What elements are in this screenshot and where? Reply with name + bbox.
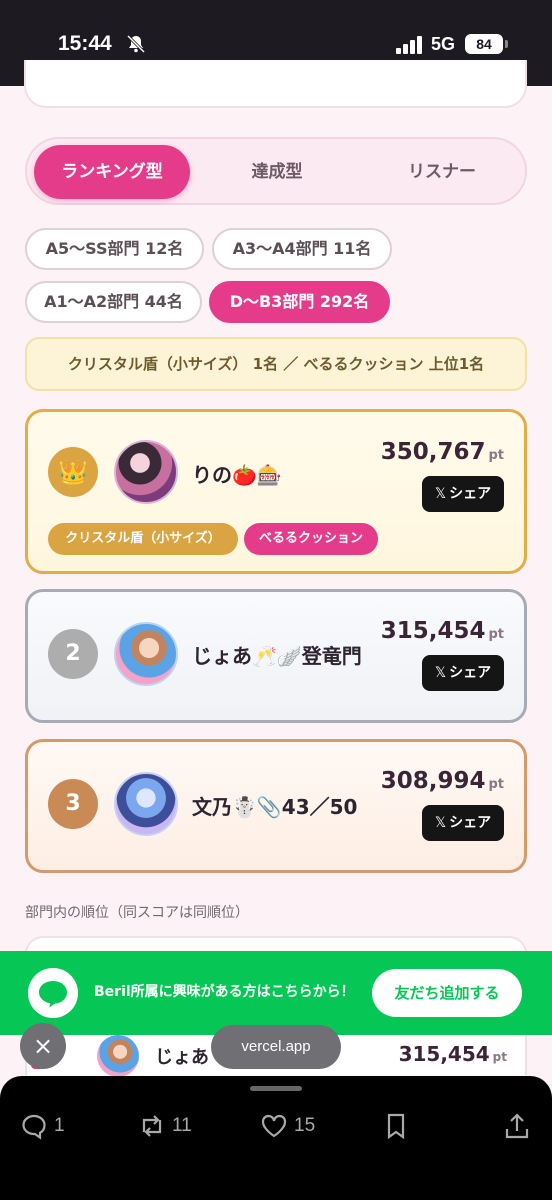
rank-badge: 3	[48, 779, 98, 829]
division-chip-a5-ss[interactable]: A5〜SS部門 12名	[25, 228, 204, 270]
tab-achievement[interactable]: 達成型	[197, 145, 357, 199]
url-pill[interactable]: vercel.app	[211, 1025, 341, 1069]
share-button[interactable]: 𝕏 シェア	[422, 655, 504, 691]
division-chip-d-b3[interactable]: D〜B3部門 292名	[209, 281, 390, 323]
tab-ranking[interactable]: ランキング型	[34, 145, 190, 199]
user-name[interactable]: りの🍅🎰	[192, 459, 282, 488]
bell-muted-icon	[126, 34, 146, 54]
crown-icon: 👑	[48, 447, 98, 497]
repost-icon	[142, 1115, 162, 1137]
avatar[interactable]	[114, 622, 178, 686]
like-button[interactable]: 15	[260, 1112, 315, 1142]
user-name[interactable]: じょあ🥂🪽登竜門	[192, 640, 362, 669]
drag-handle[interactable]	[250, 1086, 302, 1091]
network-label: 5G	[431, 34, 456, 54]
user-name: じょあ	[155, 1047, 209, 1068]
prize-badge-crystal-shield: クリスタル盾（小サイズ）	[48, 523, 238, 555]
signal-icon	[396, 36, 422, 54]
share-button[interactable]: 𝕏 シェア	[422, 805, 504, 841]
prize-banner: クリスタル盾（小サイズ） 1名 ／ べるるクッション 上位1名	[25, 337, 527, 391]
line-icon	[28, 968, 78, 1018]
x-logo-icon: 𝕏	[434, 815, 447, 831]
score: 350,767 pt	[380, 439, 504, 465]
score: 315,454 pt	[398, 1042, 507, 1066]
heart-icon	[261, 1114, 287, 1138]
share-button[interactable]: 𝕏 シェア	[422, 476, 504, 512]
close-button[interactable]: ×	[20, 1023, 66, 1069]
bookmark-button[interactable]	[382, 1112, 410, 1142]
ranking-type-tabs: ランキング型 達成型 リスナー	[25, 137, 527, 205]
ranking-card-1: 👑 りの🍅🎰 350,767 pt 𝕏 シェア クリスタル盾（小サイズ） べるるクッ…	[25, 409, 527, 574]
avatar	[97, 1035, 139, 1077]
reply-button[interactable]: 1	[20, 1112, 65, 1142]
rank-badge: 2	[48, 629, 98, 679]
avatar[interactable]	[114, 440, 178, 504]
prize-badge-cushion: べるるクッション	[244, 523, 378, 555]
repost-button[interactable]: 11	[138, 1112, 192, 1142]
share-icon	[505, 1113, 529, 1139]
share-sheet-button[interactable]	[503, 1112, 531, 1142]
score: 308,994 pt	[380, 768, 504, 794]
ranking-card-3: 3 文乃☃️📎43／50 308,994 pt 𝕏 シェア	[25, 739, 527, 873]
bookmark-icon	[387, 1113, 405, 1140]
line-banner-text: Beril所属に興味がある方はこちらから！	[94, 984, 355, 1000]
line-banner: Beril所属に興味がある方はこちらから！ 友だち追加する	[0, 951, 552, 1035]
reply-icon	[22, 1114, 46, 1140]
status-time: 15:44	[58, 32, 112, 55]
ranking-note: 部門内の順位（同スコアは同順位）	[25, 905, 249, 921]
division-chip-a1-a2[interactable]: A1〜A2部門 44名	[25, 281, 202, 323]
x-logo-icon: 𝕏	[434, 486, 447, 502]
tab-listener[interactable]: リスナー	[362, 145, 522, 199]
x-logo-icon: 𝕏	[434, 665, 447, 681]
user-name[interactable]: 文乃☃️📎43／50	[192, 791, 357, 820]
division-chip-a3-a4[interactable]: A3〜A4部門 11名	[212, 228, 392, 270]
battery-icon: 84	[465, 34, 508, 54]
previous-card	[24, 60, 527, 108]
score: 315,454 pt	[380, 618, 504, 644]
bottom-toolbar: 1 11 15	[0, 1076, 552, 1200]
avatar[interactable]	[114, 772, 178, 836]
add-friend-button[interactable]: 友だち追加する	[372, 969, 522, 1017]
ranking-card-2: 2 じょあ🥂🪽登竜門 315,454 pt 𝕏 シェア	[25, 589, 527, 723]
